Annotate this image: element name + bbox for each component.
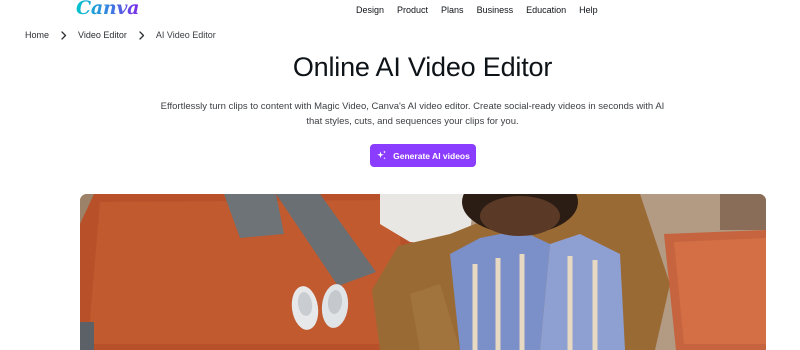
nav-item-design[interactable]: Design (356, 5, 384, 15)
generate-ai-videos-label: Generate AI videos (393, 150, 470, 161)
main-nav: Design Product Plans Business Education … (356, 5, 611, 15)
top-navigation-bar: Canva Design Product Plans Business Educ… (0, 0, 800, 22)
breadcrumb-home[interactable]: Home (25, 30, 49, 40)
sparkle-icon (376, 150, 387, 161)
page-title: Online AI Video Editor (292, 52, 553, 82)
breadcrumb: Home Video Editor AI Video Editor (25, 30, 216, 40)
chevron-right-icon (136, 30, 148, 40)
breadcrumb-current: AI Video Editor (155, 30, 216, 40)
nav-item-help[interactable]: Help (579, 5, 598, 15)
canva-logo[interactable]: Canva (76, 0, 139, 19)
nav-item-plans[interactable]: Plans (441, 5, 464, 15)
nav-item-product[interactable]: Product (397, 5, 428, 15)
chevron-right-icon (58, 30, 70, 40)
breadcrumb-video-editor[interactable]: Video Editor (78, 30, 127, 40)
nav-item-education[interactable]: Education (526, 5, 566, 15)
generate-ai-videos-button[interactable]: Generate AI videos (370, 144, 476, 167)
page-description: Effortlessly turn clips to content with … (160, 101, 665, 127)
hero-video-preview[interactable] (80, 194, 766, 350)
nav-item-business[interactable]: Business (477, 5, 514, 15)
hero-video-illustration (80, 194, 766, 350)
